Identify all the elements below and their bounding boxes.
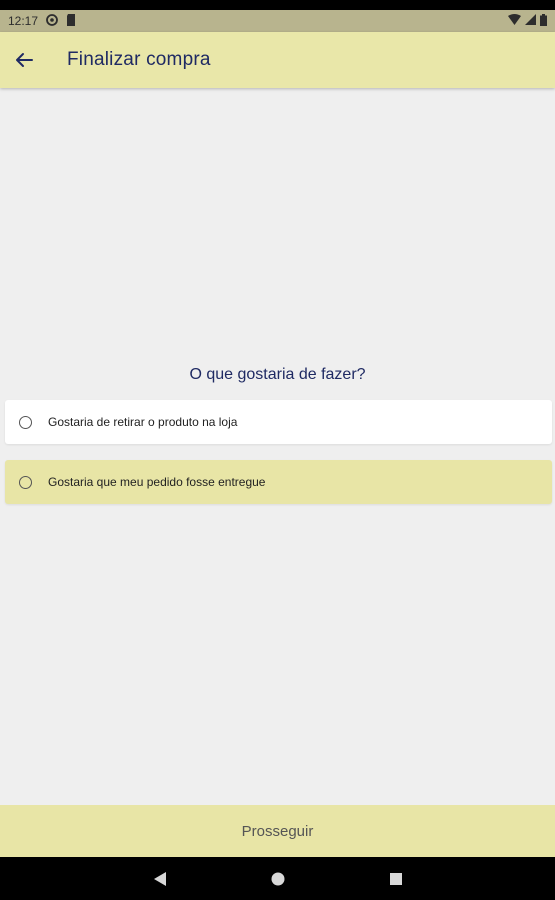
app-bar: Finalizar compra xyxy=(0,32,555,88)
arrow-left-icon xyxy=(16,53,33,67)
option-label: Gostaria que meu pedido fosse entregue xyxy=(48,475,266,489)
nav-back-button[interactable] xyxy=(101,871,219,887)
system-navigation-bar xyxy=(0,857,555,900)
back-triangle-icon xyxy=(153,871,166,886)
nav-home-button[interactable] xyxy=(219,871,337,887)
nav-recents-button[interactable] xyxy=(337,872,455,886)
option-home-delivery[interactable]: Gostaria que meu pedido fosse entregue xyxy=(5,460,552,504)
radio-unselected-icon[interactable] xyxy=(19,415,32,429)
status-bar: 12:17 xyxy=(0,10,555,32)
option-label: Gostaria de retirar o produto na loja xyxy=(48,415,238,429)
status-time: 12:17 xyxy=(8,14,39,28)
back-button[interactable] xyxy=(0,32,52,88)
status-right xyxy=(508,13,547,29)
top-black-strip xyxy=(0,0,555,10)
sync-icon xyxy=(46,13,58,29)
recents-square-icon xyxy=(389,872,402,885)
sd-card-icon xyxy=(66,13,76,29)
radio-unselected-icon[interactable] xyxy=(19,475,32,489)
wifi-icon xyxy=(508,14,521,28)
question-heading: O que gostaria de fazer? xyxy=(189,366,366,383)
battery-icon xyxy=(540,13,547,29)
page-title: Finalizar compra xyxy=(67,49,211,70)
proceed-button[interactable]: Prosseguir xyxy=(0,805,555,857)
signal-icon xyxy=(525,14,536,28)
option-pickup-in-store[interactable]: Gostaria de retirar o produto na loja xyxy=(5,400,552,444)
home-circle-icon xyxy=(271,872,284,885)
status-left: 12:17 xyxy=(8,13,76,29)
